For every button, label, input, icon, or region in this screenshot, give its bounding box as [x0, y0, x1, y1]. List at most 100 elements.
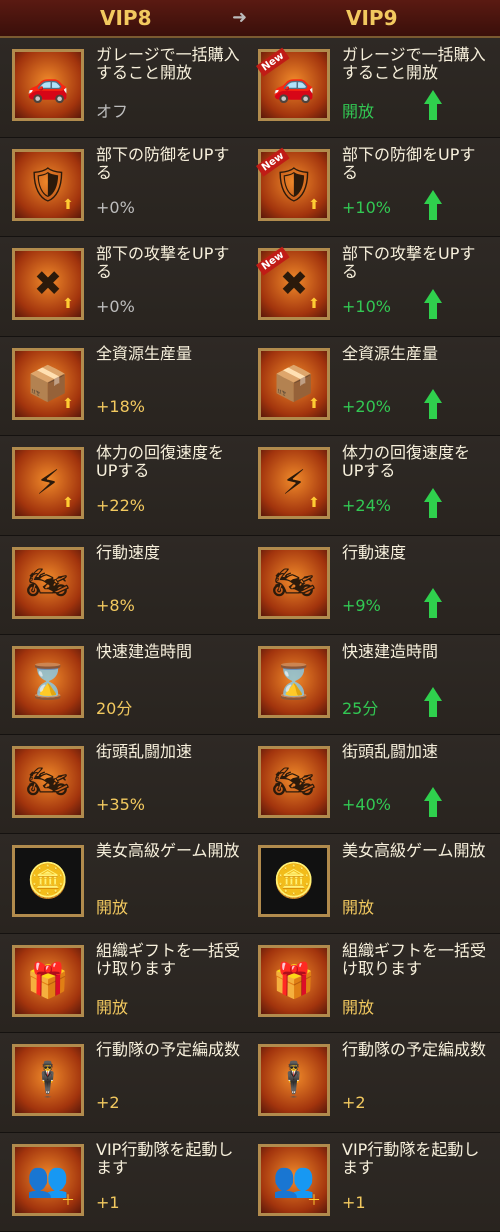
plus-icon: ＋	[61, 1192, 75, 1209]
benefit-row: ⌛ 快速建造時間 20分 ⌛ 快速建造時間 25分	[0, 635, 500, 735]
benefit-title: VIP行動隊を起動します	[342, 1139, 480, 1177]
benefit-value: +1	[342, 1192, 366, 1212]
benefit-title: 街頭乱闘加速	[96, 741, 193, 761]
motorbike-rider-icon: 🏍	[12, 745, 84, 818]
benefit-value: 開放	[342, 997, 375, 1017]
resource-crate-icon: 📦 ⬆	[258, 347, 330, 420]
benefit-title: 部下の攻撃をUPする	[342, 244, 476, 281]
benefit-title: 組織ギフトを一括受け取ります	[96, 940, 241, 978]
benefit-value: +9%	[342, 595, 381, 615]
benefits-list: 🚗 ガレージで一括購入すること開放 オフ 🚗 New ガレージで一括購入すること…	[0, 38, 500, 1232]
benefit-value: +10%	[342, 297, 391, 316]
benefit-row: 🚗 ガレージで一括購入すること開放 オフ 🚗 New ガレージで一括購入すること…	[0, 38, 500, 138]
benefit-value: +8%	[96, 595, 135, 615]
women-squad-icon: 👥 ＋	[12, 1143, 84, 1216]
gold-chips-icon: 🪙	[12, 845, 84, 917]
benefit-row: 🏍 行動速度 +8% 🏍 行動速度 +9%	[0, 535, 500, 635]
benefit-value: +0%	[96, 197, 135, 217]
upgrade-arrow-icon: ⬆	[62, 196, 74, 213]
benefit-title: 部下の防御をUPする	[96, 144, 230, 182]
benefit-cell-vip9: ⌛ 快速建造時間 25分	[246, 635, 496, 734]
increase-arrow-icon	[424, 388, 442, 419]
benefit-title: 部下の防御をUPする	[342, 144, 476, 182]
motorcycle-icon: 🏍	[258, 546, 330, 619]
benefit-cell-vip9: 📦 ⬆ 全資源生産量 +20%	[246, 337, 496, 436]
car-icon: 🚗	[12, 49, 84, 121]
benefit-title: 体力の回復速度をUPする	[96, 443, 225, 480]
increase-arrow-icon	[424, 189, 442, 220]
gift-box-icon: 🎁	[12, 944, 84, 1017]
benefit-row: 🎁 組織ギフトを一括受け取ります 開放 🎁 組織ギフトを一括受け取ります 開放	[0, 933, 500, 1033]
benefit-cell-vip8: 🕴 行動隊の予定編成数 +2	[0, 1033, 250, 1132]
benefit-title: 組織ギフトを一括受け取ります	[342, 940, 487, 978]
benefit-cell-vip8: ⌛ 快速建造時間 20分	[0, 635, 250, 734]
benefit-title: 全資源生産量	[96, 343, 193, 363]
benefit-title: 行動速度	[96, 542, 161, 562]
benefit-value: +2	[96, 1093, 120, 1112]
upgrade-arrow-icon: ⬆	[308, 495, 320, 511]
benefit-value: オフ	[96, 102, 129, 121]
upgrade-arrow-icon: ⬆	[308, 296, 320, 312]
lightning-icon: ⚡ ⬆	[12, 447, 84, 519]
benefit-value: 開放	[96, 997, 129, 1017]
vip-current-label: VIP8	[100, 6, 152, 30]
gold-chips-icon: 🪙	[258, 845, 330, 917]
benefit-title: 行動隊の予定編成数	[342, 1040, 487, 1059]
resource-crate-icon: 📦 ⬆	[12, 347, 84, 420]
benefit-row: 👥 ＋ VIP行動隊を起動します +1 👥 ＋ VIP行動隊を起動します +1	[0, 1132, 500, 1232]
hourglass-icon: ⌛	[258, 646, 330, 718]
benefit-cell-vip8: 🏍 街頭乱闘加速 +35%	[0, 735, 250, 834]
upgrade-arrow-icon: ⬆	[308, 196, 320, 213]
benefit-row: 🪙 美女高級ゲーム開放 開放 🪙 美女高級ゲーム開放 開放	[0, 834, 500, 934]
benefit-cell-vip9: 🎁 組織ギフトを一括受け取ります 開放	[246, 934, 496, 1033]
header: VIP8 ➜ VIP9	[0, 0, 500, 38]
benefit-title: 全資源生産量	[342, 343, 439, 363]
upgrade-arrow-icon: ⬆	[62, 495, 74, 511]
benefit-title: 体力の回復速度をUPする	[342, 443, 471, 480]
benefit-title: VIP行動隊を起動します	[96, 1139, 234, 1177]
benefit-row: 🕴 行動隊の予定編成数 +2 🕴 行動隊の予定編成数 +2	[0, 1033, 500, 1133]
benefit-value: +35%	[96, 794, 145, 814]
plus-icon: ＋	[307, 1192, 321, 1209]
increase-arrow-icon	[424, 90, 442, 120]
benefit-cell-vip9: 🏍 行動速度 +9%	[246, 536, 496, 635]
gift-box-icon: 🎁	[258, 944, 330, 1017]
benefit-cell-vip8: 👥 ＋ VIP行動隊を起動します +1	[0, 1133, 250, 1232]
benefit-cell-vip9: 🏍 街頭乱闘加速 +40%	[246, 735, 496, 834]
benefit-title: 行動隊の予定編成数	[96, 1040, 241, 1059]
benefit-value: +0%	[96, 297, 135, 316]
benefit-value: +1	[96, 1192, 120, 1212]
benefit-row: ⚡ ⬆ 体力の回復速度をUPする +22% ⚡ ⬆ 体力の回復速度をUPする +24…	[0, 436, 500, 536]
hourglass-icon: ⌛	[12, 646, 84, 718]
benefit-cell-vip8: 🛡 ⬆ 部下の防御をUPする +0%	[0, 138, 250, 237]
benefit-value: +18%	[96, 396, 145, 416]
mobster-icon: 🕴	[258, 1044, 330, 1116]
benefit-title: 快速建造時間	[96, 642, 193, 661]
benefit-cell-vip8: 🏍 行動速度 +8%	[0, 536, 250, 635]
benefit-value: 開放	[342, 102, 375, 121]
motorbike-rider-icon: 🏍	[258, 745, 330, 818]
benefit-value: 20分	[96, 699, 133, 718]
benefit-value: 25分	[342, 699, 379, 718]
benefit-value: +40%	[342, 794, 391, 814]
benefit-cell-vip8: ✖ ⬆ 部下の攻撃をUPする +0%	[0, 237, 250, 336]
benefit-cell-vip8: 🪙 美女高級ゲーム開放 開放	[0, 834, 250, 933]
benefit-cell-vip9: 🚗 New ガレージで一括購入すること開放 開放	[246, 38, 496, 137]
benefit-value: +22%	[96, 496, 145, 515]
arrow-right-icon: ➜	[232, 7, 248, 28]
women-squad-icon: 👥 ＋	[258, 1143, 330, 1216]
benefit-title: 部下の攻撃をUPする	[96, 244, 230, 281]
benefit-cell-vip8: ⚡ ⬆ 体力の回復速度をUPする +22%	[0, 436, 250, 535]
benefit-title: ガレージで一括購入すること開放	[96, 45, 240, 82]
benefit-cell-vip8: 🚗 ガレージで一括購入すること開放 オフ	[0, 38, 250, 137]
benefit-cell-vip9: 🪙 美女高級ゲーム開放 開放	[246, 834, 496, 933]
upgrade-arrow-icon: ⬆	[62, 395, 74, 412]
mobster-icon: 🕴	[12, 1044, 84, 1116]
benefit-value: 開放	[342, 898, 375, 917]
benefit-value: +24%	[342, 496, 391, 515]
benefit-title: 快速建造時間	[342, 642, 439, 661]
upgrade-arrow-icon: ⬆	[308, 395, 320, 412]
benefit-title: 美女高級ゲーム開放	[96, 841, 240, 860]
vip-next-label: VIP9	[346, 6, 398, 30]
increase-arrow-icon	[424, 488, 442, 518]
